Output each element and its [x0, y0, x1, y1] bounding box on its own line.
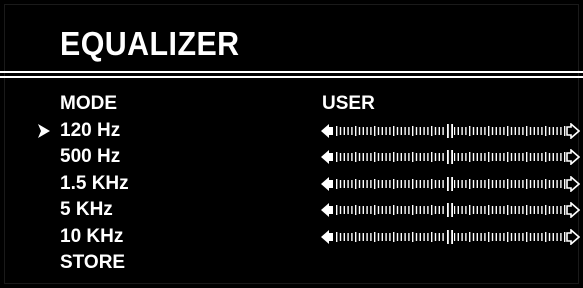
mode-value[interactable]: USER [322, 93, 375, 115]
selection-cursor-icon [38, 123, 50, 138]
menu-title: EQUALIZER [60, 25, 240, 62]
left-arrow-icon[interactable] [321, 203, 333, 217]
left-arrow-icon[interactable] [321, 229, 333, 244]
title-divider-top [0, 71, 583, 73]
menu-row-label: 5 KHz [60, 199, 113, 220]
menu-row-label: 1.5 KHz [60, 172, 129, 194]
menu-row-label: 120 Hz [60, 119, 121, 141]
right-arrow-icon[interactable] [566, 149, 580, 165]
menu-row-500-hz[interactable]: 500 Hz [0, 146, 583, 172]
slider-thumb[interactable] [446, 176, 454, 191]
slider-thumb[interactable] [446, 150, 454, 164]
slider-thumb[interactable] [446, 229, 454, 244]
right-arrow-icon[interactable] [566, 122, 580, 139]
slider-thumb[interactable] [446, 203, 454, 217]
menu-row-10-khz[interactable]: 10 KHz [0, 226, 583, 252]
menu-row-store[interactable]: STORE [0, 252, 583, 278]
slider-thumb[interactable] [446, 123, 454, 138]
menu-row-label: 500 Hz [60, 146, 121, 167]
menu-row-label: STORE [60, 252, 126, 273]
right-arrow-icon[interactable] [566, 202, 580, 218]
menu-row-120-hz[interactable]: 120 Hz [0, 120, 583, 146]
eq-slider[interactable] [320, 175, 580, 192]
eq-slider[interactable] [320, 202, 580, 218]
menu-row-1-5-khz[interactable]: 1.5 KHz [0, 173, 583, 199]
menu-row-label: MODE [60, 93, 117, 114]
menu-row-mode[interactable]: MODE USER [0, 93, 583, 119]
eq-slider[interactable] [320, 149, 580, 165]
left-arrow-icon[interactable] [321, 123, 333, 138]
title-divider-bottom [0, 76, 583, 78]
right-arrow-icon[interactable] [566, 228, 580, 245]
eq-slider[interactable] [320, 228, 580, 245]
right-arrow-icon[interactable] [566, 175, 580, 192]
menu-row-5-khz[interactable]: 5 KHz [0, 199, 583, 225]
left-arrow-icon[interactable] [321, 150, 333, 164]
eq-slider[interactable] [320, 122, 580, 139]
menu-row-label: 10 KHz [60, 225, 124, 247]
left-arrow-icon[interactable] [321, 176, 333, 191]
